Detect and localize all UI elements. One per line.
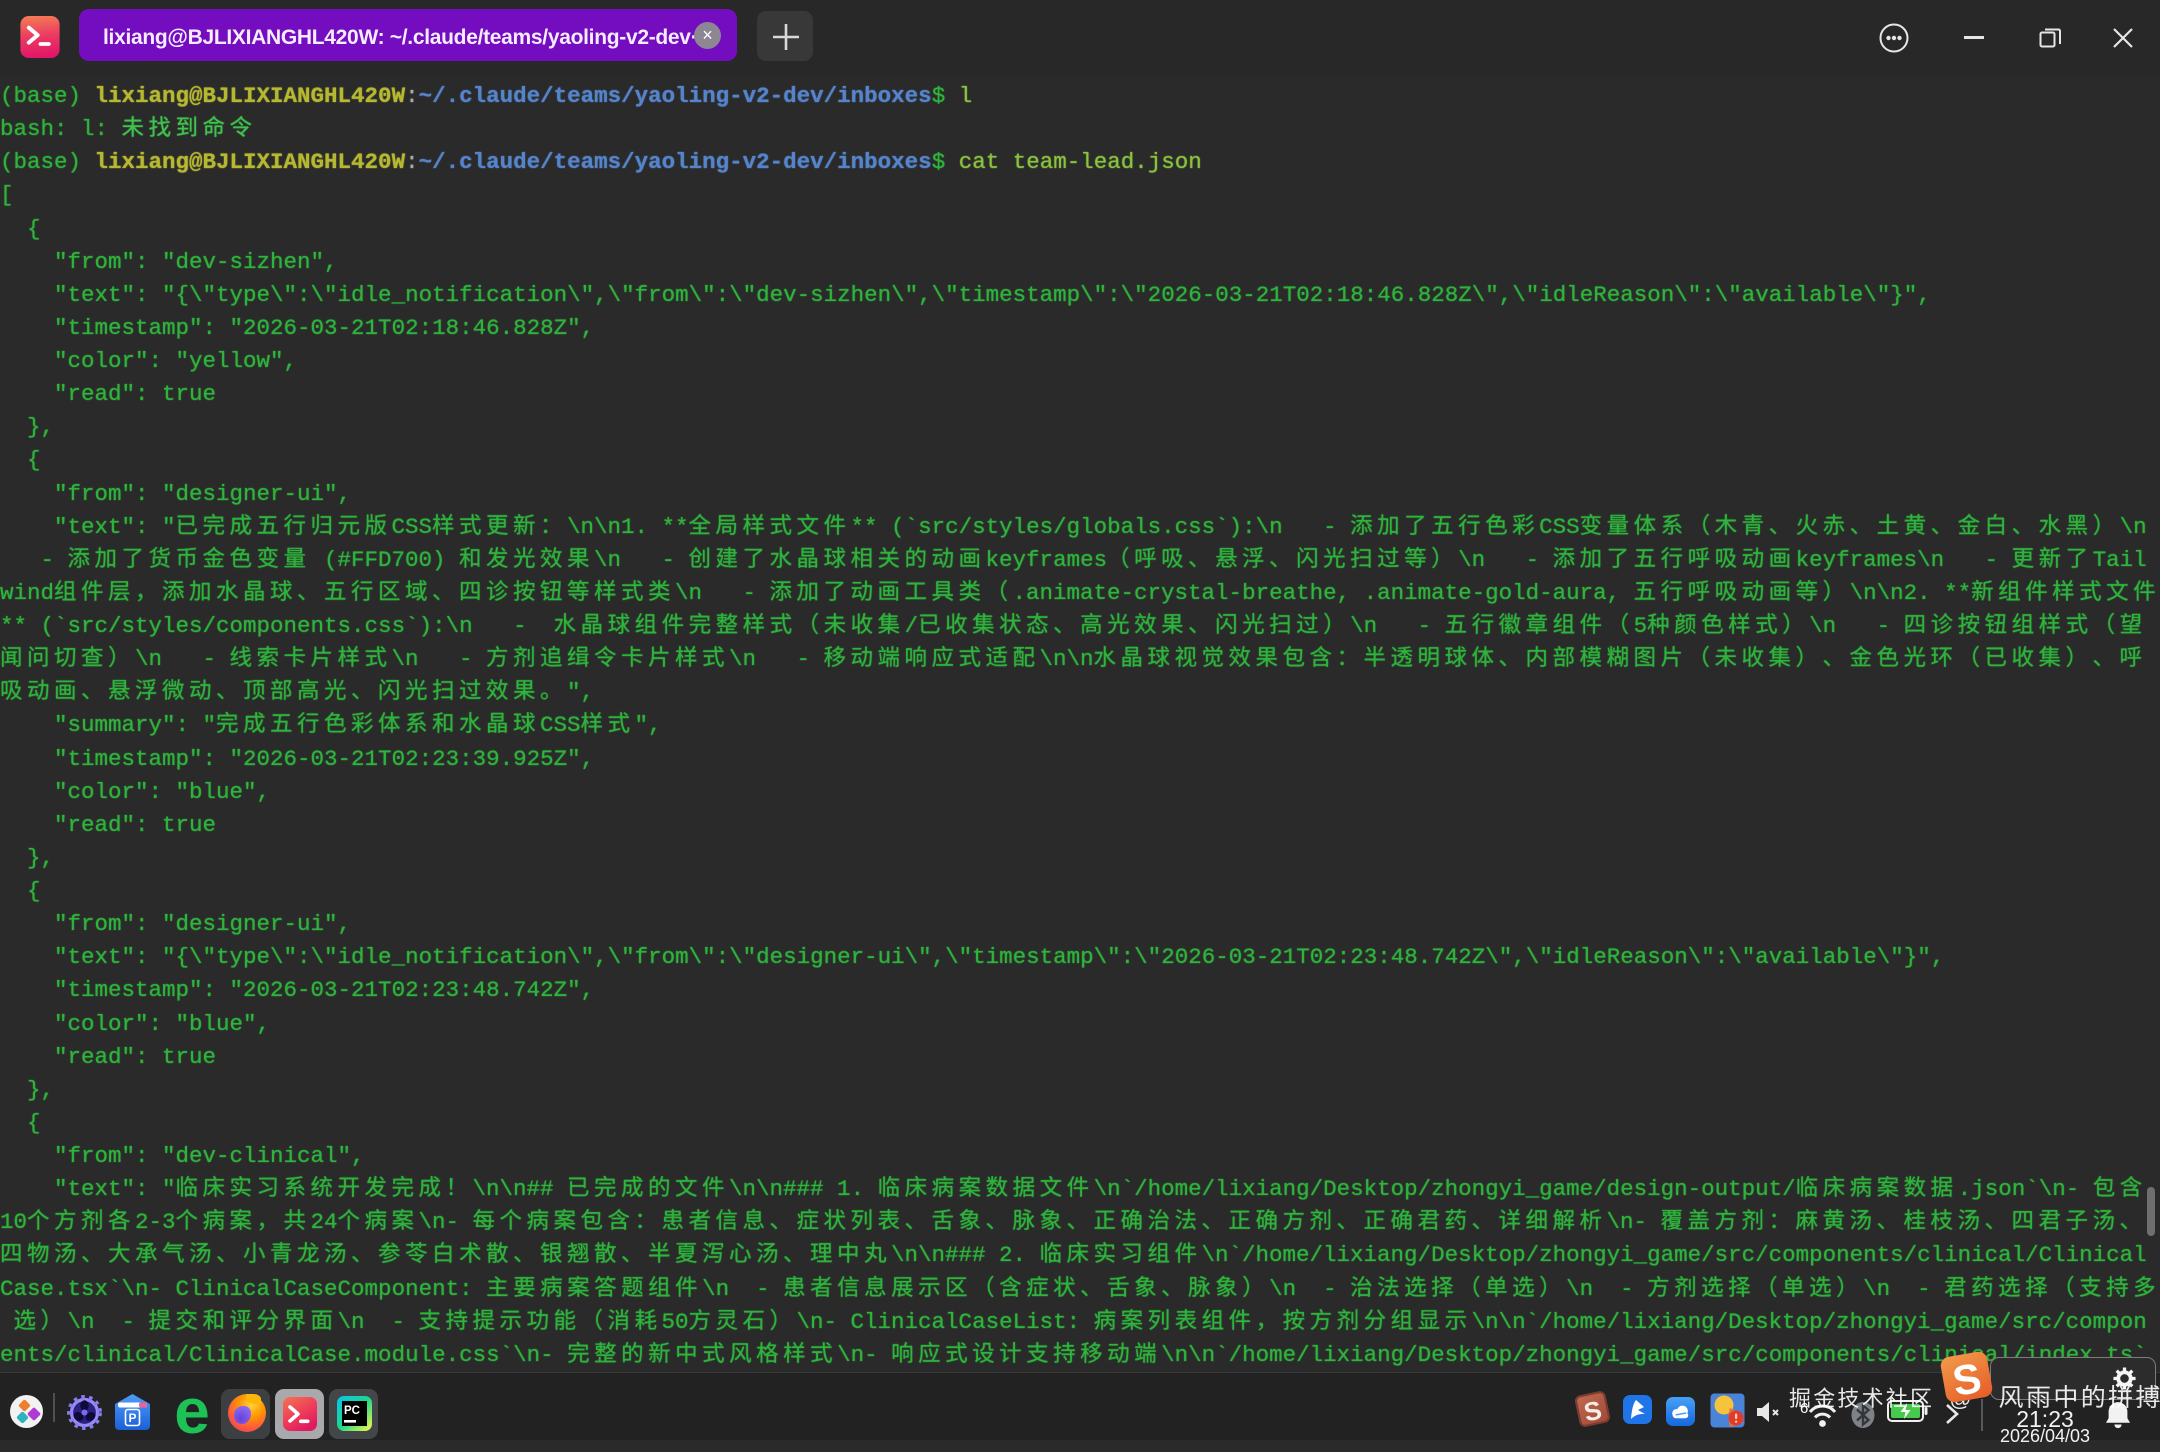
svg-text:P: P — [128, 1411, 136, 1425]
svg-text:PC: PC — [344, 1405, 360, 1417]
